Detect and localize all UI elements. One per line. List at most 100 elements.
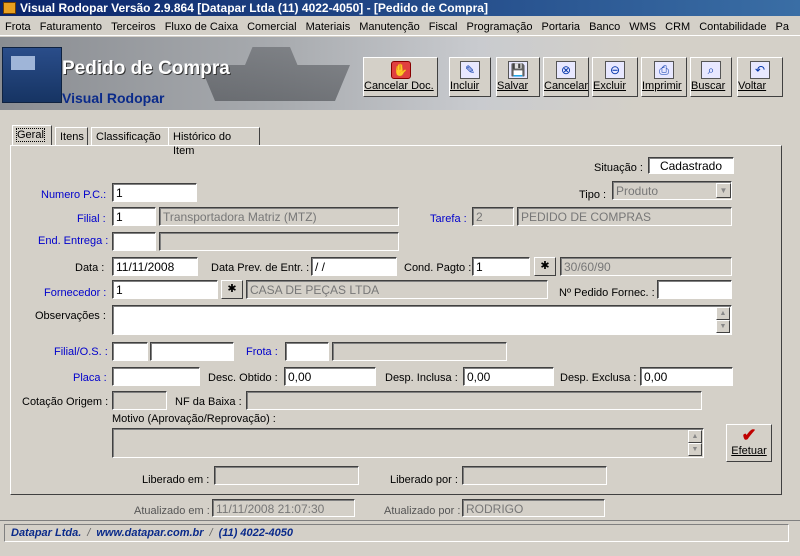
status-bar: Datapar Ltda. / www.datapar.com.br / (11) 40… (0, 520, 800, 544)
window-titlebar: Visual Rodopar Versão 2.9.864 [Datapar L… (0, 0, 800, 16)
desp-exclusa-label: Desp. Exclusa : (560, 372, 637, 384)
new-document-icon: ✎ (460, 61, 480, 79)
atualizado-por-field: RODRIGO (462, 499, 605, 517)
stop-hand-icon: ✋ (390, 61, 411, 79)
fornecedor-lookup-icon[interactable]: ✱ (221, 280, 243, 299)
pedido-fornec-input[interactable] (657, 280, 732, 299)
desc-obtido-label: Desc. Obtido : (208, 372, 278, 384)
menu-wms[interactable]: WMS (624, 17, 660, 35)
motivo-textarea[interactable] (112, 428, 704, 458)
filial-os-input-1[interactable] (112, 342, 148, 361)
nf-baixa-label: NF da Baixa : (175, 396, 242, 408)
desc-obtido-input[interactable]: 0,00 (284, 367, 376, 386)
tab-classificacao[interactable]: Classificação (91, 127, 175, 146)
cotacao-origem-label: Cotação Origem : (22, 396, 109, 408)
filial-label: Filial : (77, 213, 106, 225)
desp-inclusa-label: Desp. Inclusa : (385, 372, 458, 384)
liberado-em-field (214, 466, 359, 485)
atualizado-por-label: Atualizado por : (384, 505, 461, 517)
nf-baixa-field (246, 391, 702, 410)
cancelar-doc-button[interactable]: ✋ Cancelar Doc. (363, 57, 438, 97)
filial-code-input[interactable]: 1 (112, 207, 156, 226)
menu-terceiros[interactable]: Terceiros (106, 17, 160, 35)
page-title: Pedido de Compra (62, 58, 230, 79)
desp-exclusa-input[interactable]: 0,00 (640, 367, 733, 386)
tipo-dropdown-arrow-icon[interactable]: ▼ (716, 183, 731, 198)
cond-pagto-desc-field: 30/60/90 (560, 257, 732, 276)
save-icon: 💾 (508, 61, 528, 79)
atualizado-em-label: Atualizado em : (134, 505, 210, 517)
observacoes-scrollbar[interactable]: ▲ ▼ (716, 307, 730, 333)
back-icon: ↶ (750, 61, 770, 79)
tipo-label: Tipo : (579, 189, 607, 201)
cancelar-button[interactable]: ⊗ Cancelar (543, 57, 589, 97)
data-prev-label: Data Prev. de Entr. : (211, 262, 310, 274)
tarefa-code-field: 2 (472, 207, 514, 226)
menu-faturamento[interactable]: Faturamento (35, 17, 106, 35)
observacoes-textarea[interactable] (112, 305, 732, 335)
menu-contabilidade[interactable]: Contabilidade (694, 17, 770, 35)
tarefa-name-field: PEDIDO DE COMPRAS (517, 207, 732, 226)
excluir-button[interactable]: ⊖ Excluir (592, 57, 638, 97)
cond-pagto-label: Cond. Pagto : (404, 262, 472, 274)
menu-fiscal[interactable]: Fiscal (424, 17, 462, 35)
menu-crm[interactable]: CRM (660, 17, 694, 35)
menu-fluxo-de-caixa[interactable]: Fluxo de Caixa (160, 17, 242, 35)
scroll-up-icon[interactable]: ▲ (688, 430, 702, 443)
menu-comercial[interactable]: Comercial (242, 17, 301, 35)
cond-pagto-lookup-icon[interactable]: ✱ (534, 257, 556, 276)
efetuar-button[interactable]: ✔ Efetuar (726, 424, 772, 462)
numero-pc-input[interactable]: 1 (112, 183, 197, 202)
menu-bar: Frota Faturamento Terceiros Fluxo de Caixa C… (0, 17, 800, 36)
frota-label: Frota : (246, 346, 278, 358)
filial-os-input-2[interactable] (150, 342, 234, 361)
tab-itens[interactable]: Itens (55, 127, 88, 146)
imprimir-button[interactable]: ⎙ Imprimir (641, 57, 687, 97)
voltar-button[interactable]: ↶ Voltar (737, 57, 783, 97)
delete-icon: ⊖ (605, 61, 625, 79)
incluir-button[interactable]: ✎ Incluir (449, 57, 491, 97)
tarefa-label: Tarefa : (430, 213, 467, 225)
status-site[interactable]: www.datapar.com.br (96, 527, 203, 539)
observacoes-label: Observações : (35, 310, 106, 322)
data-prev-input[interactable]: / / (311, 257, 397, 276)
status-bar-text: Datapar Ltda. / www.datapar.com.br / (11) 40… (4, 524, 789, 542)
scroll-down-icon[interactable]: ▼ (716, 320, 730, 333)
end-entrega-code-input[interactable] (112, 232, 156, 251)
app-icon (3, 2, 16, 14)
app-subtitle: Visual Rodopar (62, 90, 165, 106)
cond-pagto-code-input[interactable]: 1 (472, 257, 530, 276)
placa-input[interactable] (112, 367, 200, 386)
tab-geral[interactable]: Geral (12, 125, 52, 146)
scroll-down-icon[interactable]: ▼ (688, 443, 702, 456)
data-label: Data : (75, 262, 105, 274)
tab-historico-do-item[interactable]: Histórico do Item (168, 127, 260, 157)
menu-banco[interactable]: Banco (584, 17, 624, 35)
liberado-por-label: Liberado por : (390, 474, 458, 486)
print-icon: ⎙ (654, 61, 674, 79)
menu-overflow[interactable]: Pa (771, 17, 793, 35)
filial-os-label: Filial/O.S. : (54, 346, 108, 358)
menu-programacao[interactable]: Programação (461, 17, 536, 35)
truck-image (2, 47, 62, 103)
menu-materiais[interactable]: Materiais (301, 17, 355, 35)
end-entrega-label: End. Entrega : (38, 235, 109, 247)
desp-inclusa-input[interactable]: 0,00 (463, 367, 554, 386)
motivo-scrollbar[interactable]: ▲ ▼ (688, 430, 702, 456)
frota-code-input[interactable] (285, 342, 329, 361)
placa-label: Placa : (73, 372, 107, 384)
scroll-up-icon[interactable]: ▲ (716, 307, 730, 320)
numero-pc-label: Numero P.C.: (41, 189, 107, 201)
salvar-button[interactable]: 💾 Salvar (496, 57, 540, 97)
menu-frota[interactable]: Frota (0, 17, 35, 35)
situacao-label: Situação : (594, 162, 643, 174)
menu-manutencao[interactable]: Manutenção (354, 17, 424, 35)
menu-portaria[interactable]: Portaria (537, 17, 585, 35)
fornecedor-code-input[interactable]: 1 (112, 280, 218, 299)
window-title: Visual Rodopar Versão 2.9.864 [Datapar L… (20, 1, 488, 15)
buscar-button[interactable]: ⌕ Buscar (690, 57, 732, 97)
data-input[interactable]: 11/11/2008 (112, 257, 198, 276)
motivo-label: Motivo (Aprovação/Reprovação) : (112, 413, 276, 425)
liberado-em-label: Liberado em : (142, 474, 210, 486)
tipo-select[interactable]: Produto (612, 181, 732, 200)
